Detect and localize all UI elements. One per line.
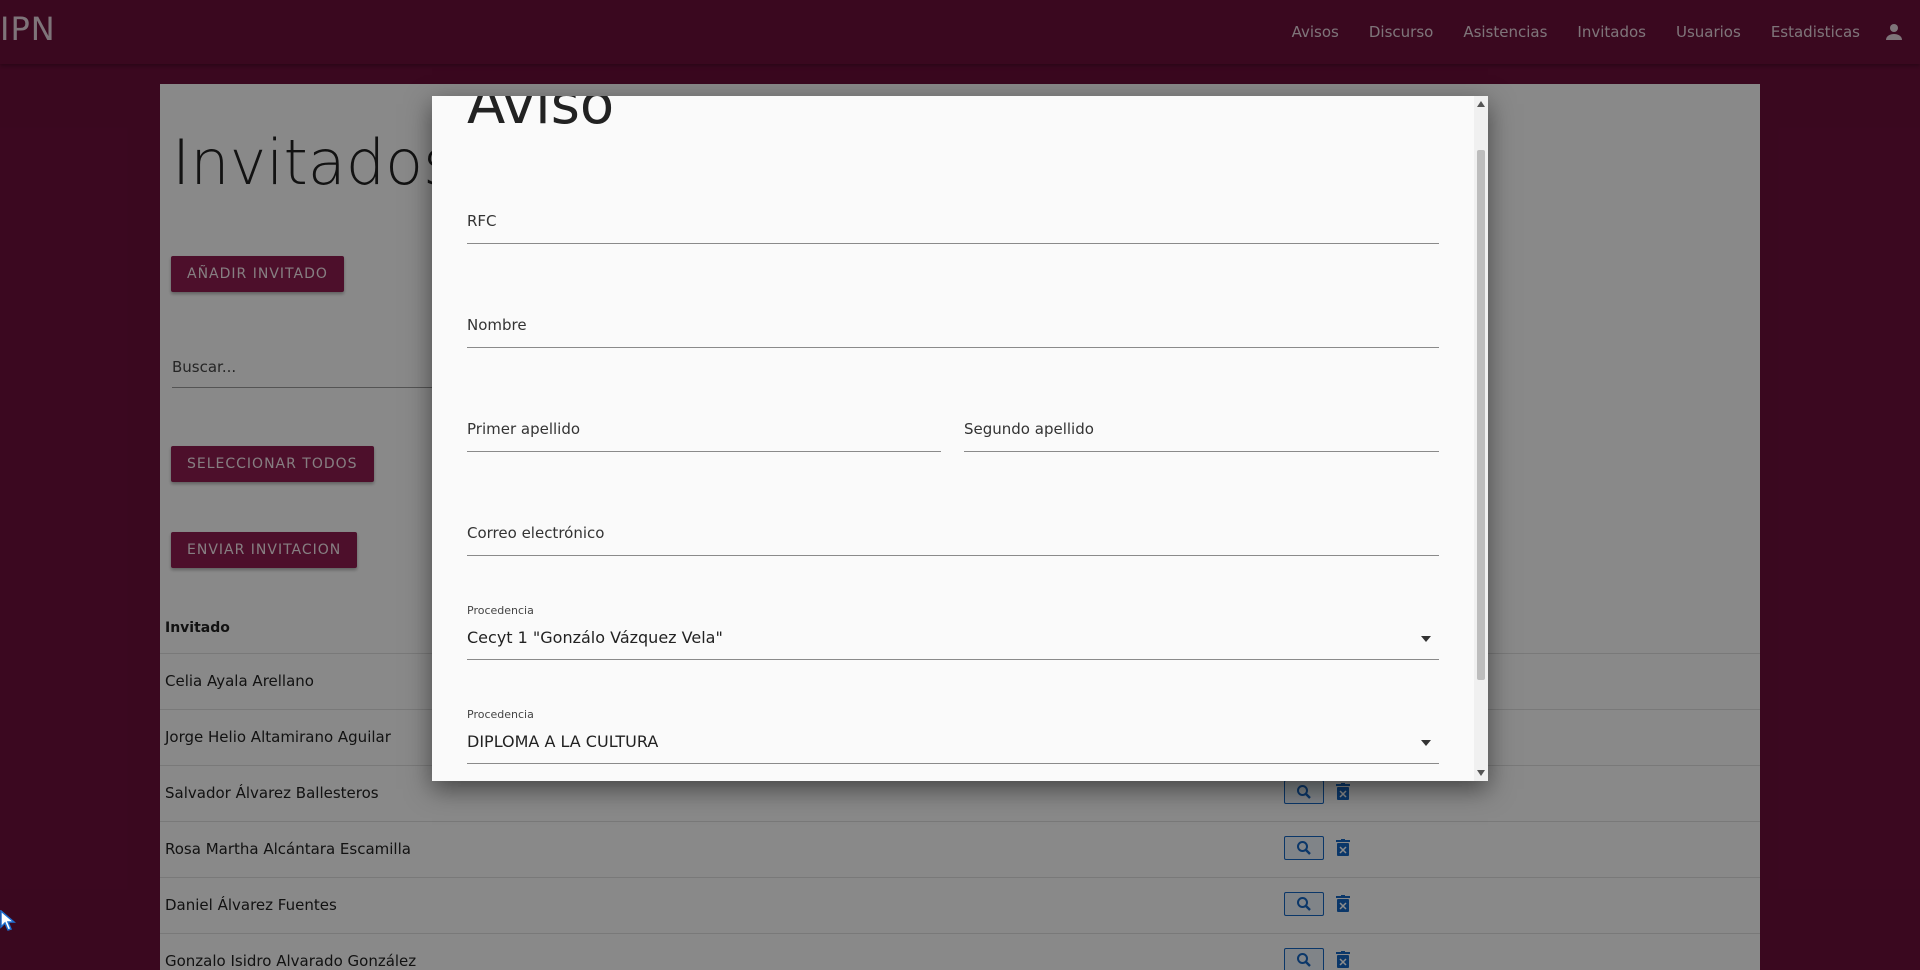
scroll-down-arrow-icon[interactable] xyxy=(1477,770,1485,776)
mouse-cursor-icon xyxy=(0,910,16,931)
correo-field[interactable]: Correo electrónico xyxy=(467,520,1439,556)
dropdown-arrow-icon xyxy=(1421,740,1431,746)
procedencia-value: Cecyt 1 "Gonzálo Vázquez Vela" xyxy=(467,628,723,647)
procedencia-value-2: DIPLOMA A LA CULTURA xyxy=(467,732,659,751)
dialog-title: Aviso xyxy=(467,96,615,137)
nombre-field[interactable]: Nombre xyxy=(467,312,1439,348)
rfc-field[interactable]: RFC xyxy=(467,208,1439,244)
aviso-dialog: Aviso RFC Nombre Primer apellido Segundo… xyxy=(432,96,1488,781)
procedencia-label-2: Procedencia xyxy=(467,708,534,721)
primer-apellido-label: Primer apellido xyxy=(467,420,581,438)
segundo-apellido-label: Segundo apellido xyxy=(964,420,1094,438)
procedencia-select[interactable]: Procedencia Cecyt 1 "Gonzálo Vázquez Vel… xyxy=(467,604,1439,660)
nombre-label: Nombre xyxy=(467,316,527,334)
procedencia-select-2[interactable]: Procedencia DIPLOMA A LA CULTURA xyxy=(467,708,1439,764)
primer-apellido-field[interactable]: Primer apellido xyxy=(467,416,941,452)
scrollbar-thumb[interactable] xyxy=(1477,150,1485,680)
correo-label: Correo electrónico xyxy=(467,524,605,542)
scroll-up-arrow-icon[interactable] xyxy=(1477,101,1485,107)
dropdown-arrow-icon xyxy=(1421,636,1431,642)
rfc-label: RFC xyxy=(467,212,497,230)
segundo-apellido-field[interactable]: Segundo apellido xyxy=(964,416,1439,452)
procedencia-label: Procedencia xyxy=(467,604,534,617)
dialog-scrollbar[interactable] xyxy=(1474,96,1488,781)
